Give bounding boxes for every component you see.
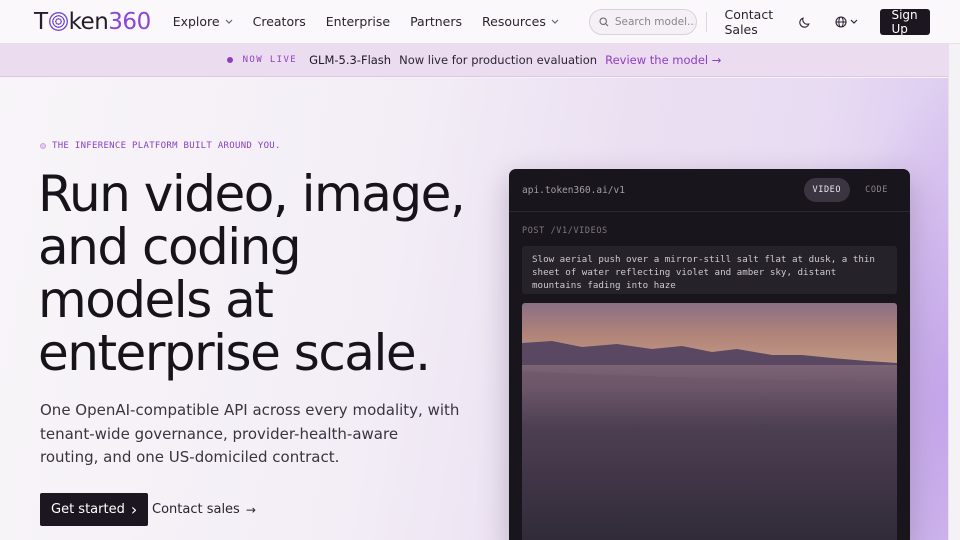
hero-eyebrow: THE INFERENCE PLATFORM BUILT AROUND YOU. xyxy=(40,141,281,151)
salt-flat-scene-image xyxy=(522,303,897,540)
tab-code[interactable]: CODE xyxy=(856,178,897,202)
nav-enterprise[interactable]: Enterprise xyxy=(326,14,390,29)
logo-letter: T xyxy=(34,8,48,35)
logo-text: ken xyxy=(68,8,109,35)
review-model-link[interactable]: Review the model → xyxy=(605,53,721,67)
live-dot-icon xyxy=(226,57,233,63)
nav-links: Explore Creators Enterprise Partners Res… xyxy=(173,14,559,29)
nav-creators[interactable]: Creators xyxy=(253,14,306,29)
contact-sales-link[interactable]: Contact Sales xyxy=(724,7,775,37)
prompt-text: Slow aerial push over a mirror-still sal… xyxy=(522,246,897,294)
nav-enterprise-label: Enterprise xyxy=(325,14,391,29)
sign-up-button[interactable]: Sign Up xyxy=(880,8,930,36)
banner-message: Now live for production evaluation xyxy=(399,53,598,67)
contact-sales-label: Contact sales xyxy=(152,502,240,517)
get-started-button[interactable]: Get started › xyxy=(40,493,149,526)
banner-model-name: GLM-5.3-Flash xyxy=(309,53,392,67)
chevron-right-icon: › xyxy=(130,499,138,519)
theme-toggle[interactable] xyxy=(799,16,811,28)
generated-video-preview[interactable] xyxy=(522,303,897,540)
chevron-down-icon xyxy=(851,19,858,24)
api-endpoint: api.token360.ai/v1 xyxy=(522,184,625,196)
nav-explore[interactable]: Explore xyxy=(173,14,233,29)
chevron-down-icon xyxy=(551,19,559,24)
globe-icon xyxy=(835,15,848,28)
search-icon xyxy=(599,16,609,26)
nav-partners-label: Partners xyxy=(410,14,463,29)
top-nav: T ken 360 Explore Creators Enterprise Pa… xyxy=(0,0,960,44)
nav-divider xyxy=(705,11,707,32)
contact-sales-button[interactable]: Contact sales → xyxy=(152,493,256,526)
api-route: POST /V1/VIDEOS xyxy=(522,226,608,236)
search-box[interactable] xyxy=(588,8,697,35)
nav-resources-label: Resources xyxy=(482,14,546,29)
search-input[interactable] xyxy=(614,15,695,28)
review-model-label: Review the model xyxy=(605,53,709,67)
page-scrollbar[interactable] xyxy=(948,44,960,540)
moon-icon xyxy=(799,16,811,28)
api-demo-card: api.token360.ai/v1 VIDEO CODE POST /V1/V… xyxy=(509,169,910,540)
logo-number: 360 xyxy=(108,8,151,35)
nav-creators-label: Creators xyxy=(252,14,306,29)
hero-headline: Run video, image, and coding models at e… xyxy=(38,165,466,382)
language-selector[interactable] xyxy=(835,15,858,28)
announcement-banner: NOW LIVE GLM-5.3-Flash Now live for prod… xyxy=(0,44,948,77)
card-tabs: VIDEO CODE xyxy=(803,178,897,202)
live-badge: NOW LIVE xyxy=(242,55,298,65)
eyebrow-text: THE INFERENCE PLATFORM BUILT AROUND YOU. xyxy=(52,141,281,151)
nav-explore-label: Explore xyxy=(172,14,220,29)
get-started-label: Get started xyxy=(51,502,125,517)
arrow-right-icon: → xyxy=(711,53,722,67)
card-header: api.token360.ai/v1 VIDEO CODE xyxy=(509,169,910,212)
hero-subheadline: One OpenAI-compatible API across every m… xyxy=(40,401,460,466)
tab-video[interactable]: VIDEO xyxy=(803,178,851,202)
logo-ring-icon xyxy=(48,12,68,31)
eyebrow-dot-icon xyxy=(40,143,46,149)
brand-logo[interactable]: T ken 360 xyxy=(34,9,151,35)
chevron-down-icon xyxy=(225,19,233,24)
nav-resources[interactable]: Resources xyxy=(482,14,559,29)
arrow-right-icon: → xyxy=(245,502,256,517)
nav-partners[interactable]: Partners xyxy=(410,14,462,29)
